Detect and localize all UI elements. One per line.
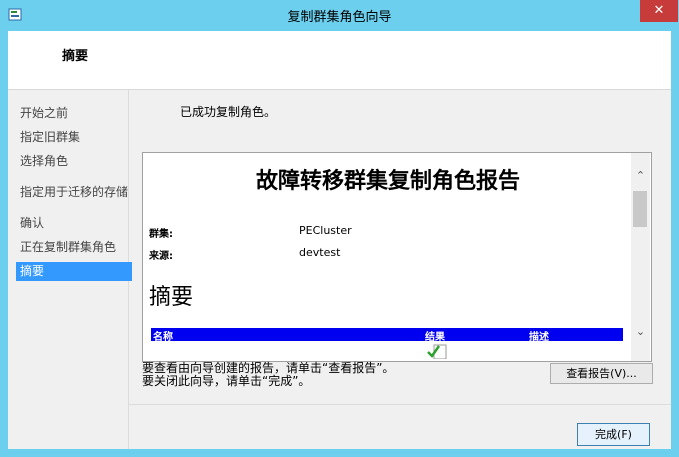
report-section-title: 摘要 [149, 285, 194, 310]
source-value: devtest [299, 246, 341, 259]
view-report-button[interactable]: 查看报告(V)... [550, 363, 653, 384]
cluster-value: PECluster [299, 224, 352, 237]
nav-item-before-you-begin[interactable]: 开始之前 [16, 104, 132, 123]
column-result-header: 结果 [425, 332, 445, 343]
column-name-header: 名称 [153, 332, 173, 343]
scroll-down-icon[interactable]: ⌄ [631, 325, 650, 338]
cluster-label: 群集: [149, 229, 173, 240]
page-title: 摘要 [62, 49, 89, 64]
report-viewer[interactable]: 故障转移群集复制角色报告 群集: PECluster 来源: devtest 摘… [142, 152, 652, 362]
nav-item-old-cluster[interactable]: 指定旧群集 [16, 128, 132, 147]
wizard-nav: 开始之前 指定旧群集 选择角色 指定用于迁移的存储 确认 正在复制群集角色 摘要 [8, 90, 132, 449]
close-button[interactable]: ✕ [640, 0, 678, 22]
report-table-header: 名称 结果 描述 [151, 328, 623, 343]
nav-item-copying[interactable]: 正在复制群集角色 [16, 238, 132, 257]
nav-item-confirm[interactable]: 确认 [16, 214, 132, 233]
status-text: 已成功复制角色。 [180, 105, 277, 119]
hint-finish: 要关闭此向导，请单击“完成”。 [142, 374, 311, 388]
finish-button[interactable]: 完成(F) [577, 423, 650, 446]
window-title: 复制群集角色向导 [287, 10, 392, 25]
success-check-icon [427, 344, 447, 359]
nav-item-summary[interactable]: 摘要 [16, 262, 132, 281]
header-panel [8, 31, 671, 90]
footer-divider [128, 404, 671, 405]
scroll-up-icon[interactable]: ⌃ [631, 169, 650, 182]
nav-item-storage[interactable]: 指定用于迁移的存储 [16, 183, 132, 202]
column-description-header: 描述 [529, 332, 549, 343]
scroll-thumb[interactable] [633, 191, 647, 227]
source-label: 来源: [149, 251, 173, 262]
instructions: 要查看由向导创建的报告，请单击“查看报告”。 要关闭此向导，请单击“完成”。 [142, 362, 394, 388]
table-row [151, 343, 623, 359]
nav-item-select-roles[interactable]: 选择角色 [16, 152, 132, 171]
report-title: 故障转移群集复制角色报告 [255, 168, 520, 194]
